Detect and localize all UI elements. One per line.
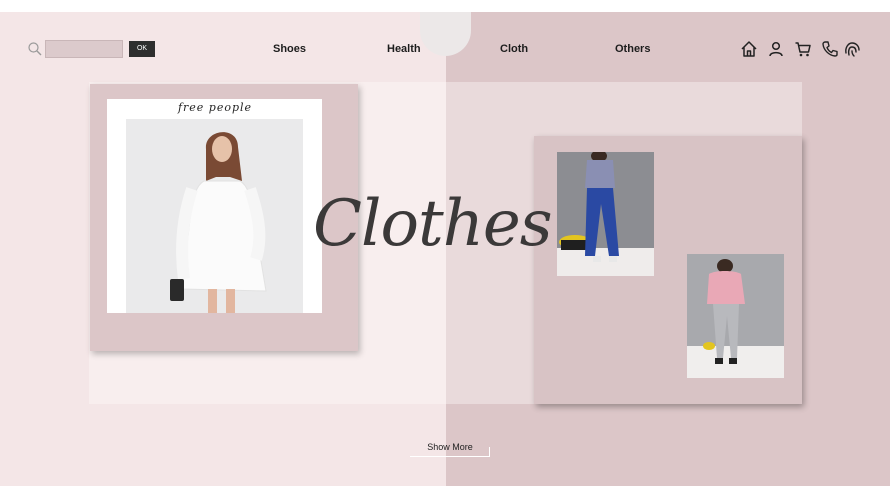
nav-shoes[interactable]: Shoes bbox=[273, 43, 306, 55]
search-input[interactable] bbox=[45, 40, 123, 58]
show-more-corner bbox=[489, 447, 490, 457]
model-photo-pink-jacket[interactable] bbox=[687, 254, 784, 378]
page: OK Shoes Health Cloth Others free people bbox=[0, 12, 890, 486]
phone-icon[interactable] bbox=[821, 40, 839, 58]
show-more-label: Show More bbox=[427, 442, 473, 452]
nav-health[interactable]: Health bbox=[387, 43, 421, 55]
search-ok-button[interactable]: OK bbox=[129, 41, 155, 57]
nav-others[interactable]: Others bbox=[615, 43, 650, 55]
model-photo-white-dress[interactable] bbox=[126, 119, 303, 313]
hero-title: Clothes bbox=[313, 187, 553, 261]
cart-icon[interactable] bbox=[794, 40, 812, 58]
show-more-button[interactable]: Show More bbox=[410, 437, 490, 457]
nav-cloth[interactable]: Cloth bbox=[500, 43, 528, 55]
user-icon[interactable] bbox=[767, 40, 785, 58]
home-icon[interactable] bbox=[740, 40, 758, 58]
model-photo-blue-jeans[interactable] bbox=[557, 152, 654, 276]
fingerprint-icon[interactable] bbox=[843, 40, 861, 58]
show-more-underline bbox=[410, 456, 490, 457]
search-icon[interactable] bbox=[27, 41, 43, 57]
brand-logo: free people bbox=[177, 101, 253, 114]
